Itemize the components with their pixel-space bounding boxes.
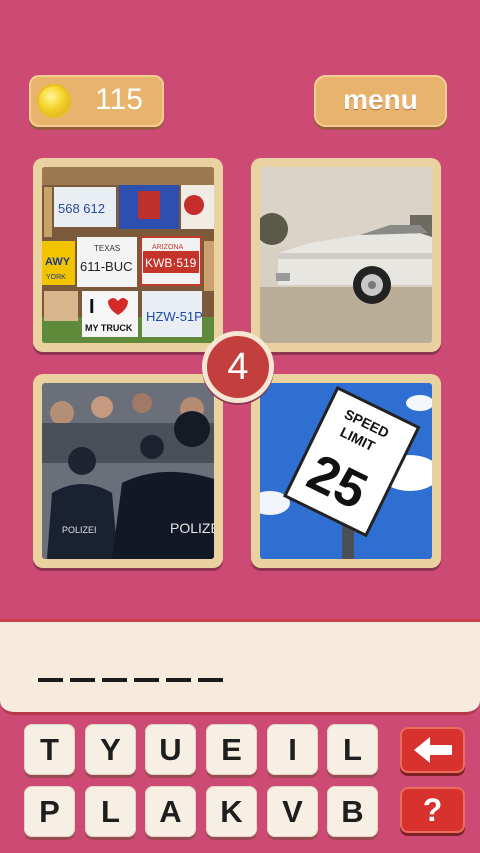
hint-button[interactable]: ? bbox=[400, 787, 465, 833]
answer-slot[interactable] bbox=[102, 678, 127, 682]
answer-slot[interactable] bbox=[166, 678, 191, 682]
picture-police[interactable]: POLIZEI POLIZEI bbox=[33, 374, 223, 568]
plate-text: HZW-51P bbox=[146, 309, 203, 324]
license-plates-photo: 568 612 AWY YORK TEXAS 611-BUC ARIZONA K… bbox=[42, 167, 214, 343]
vest-text: POLIZEI bbox=[62, 525, 97, 535]
letter-key-l-2[interactable]: L bbox=[85, 786, 136, 837]
answer-slot[interactable] bbox=[70, 678, 95, 682]
letter-key-e[interactable]: E bbox=[206, 724, 257, 775]
letter-key-t[interactable]: T bbox=[24, 724, 75, 775]
plate-text: YORK bbox=[46, 274, 66, 281]
coin-count: 115 bbox=[95, 83, 143, 116]
picture-speed-limit[interactable]: SPEED LIMIT 25 bbox=[251, 374, 441, 568]
letter-key-p[interactable]: P bbox=[24, 786, 75, 837]
letter-key-a[interactable]: A bbox=[145, 786, 196, 837]
letter-key-k[interactable]: K bbox=[206, 786, 257, 837]
plate-text: TEXAS bbox=[94, 244, 120, 253]
answer-slot[interactable] bbox=[134, 678, 159, 682]
answer-slots[interactable] bbox=[38, 678, 223, 682]
picture-classic-car[interactable] bbox=[251, 158, 441, 352]
letter-key-b[interactable]: B bbox=[327, 786, 378, 837]
plate-text: MY TRUCK bbox=[85, 323, 133, 333]
letter-count-badge: 4 bbox=[202, 331, 274, 403]
plate-text: KWB·519 bbox=[145, 256, 197, 270]
speed-limit-photo: SPEED LIMIT 25 bbox=[260, 383, 432, 559]
answer-bar bbox=[0, 619, 480, 715]
picture-license-plates[interactable]: 568 612 AWY YORK TEXAS 611-BUC ARIZONA K… bbox=[33, 158, 223, 352]
plate-text: I bbox=[89, 296, 95, 318]
vest-text: POLIZEI bbox=[170, 520, 214, 536]
letter-key-y[interactable]: Y bbox=[85, 724, 136, 775]
hint-label: ? bbox=[422, 792, 443, 828]
answer-slot[interactable] bbox=[38, 678, 63, 682]
plate-text: ARIZONA bbox=[152, 244, 183, 251]
letter-key-i[interactable]: I bbox=[267, 724, 318, 775]
coin-icon bbox=[39, 86, 69, 116]
plate-text: 568 612 bbox=[58, 201, 105, 216]
arrow-left-icon bbox=[414, 737, 452, 763]
menu-button[interactable]: menu bbox=[314, 75, 447, 127]
letter-key-v[interactable]: V bbox=[267, 786, 318, 837]
plate-text: AWY bbox=[45, 256, 71, 268]
answer-slot[interactable] bbox=[198, 678, 223, 682]
coin-counter: 115 bbox=[29, 75, 164, 127]
plate-text: 611-BUC bbox=[80, 259, 133, 274]
letter-key-l[interactable]: L bbox=[327, 724, 378, 775]
classic-car-photo bbox=[260, 167, 432, 343]
delete-button[interactable] bbox=[400, 727, 465, 773]
police-crowd-photo: POLIZEI POLIZEI bbox=[42, 383, 214, 559]
letter-key-u[interactable]: U bbox=[145, 724, 196, 775]
